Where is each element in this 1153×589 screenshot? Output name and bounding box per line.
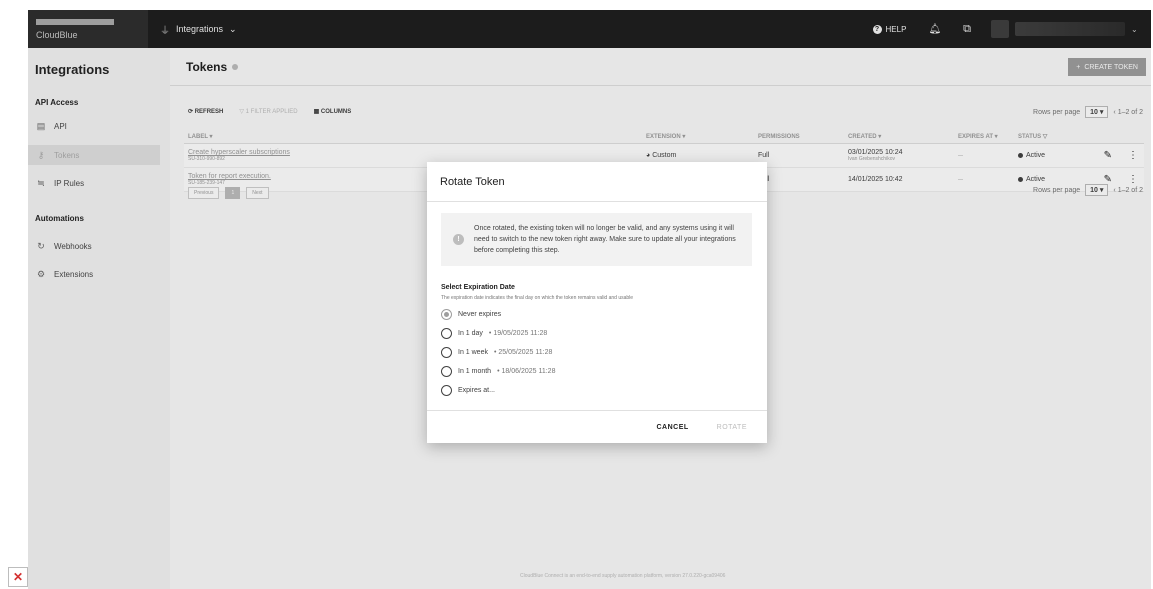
radio-in-1-month[interactable]: In 1 month • 18/06/2025 11:28: [441, 366, 555, 377]
notifications-icon[interactable]: ⧉: [963, 23, 971, 36]
chevron-down-icon: ⌄: [229, 23, 237, 34]
broken-image-icon: ✕: [8, 567, 28, 587]
chevron-down-icon: ⌄: [1131, 24, 1138, 34]
sidebar-section-api-access: API Access: [35, 98, 79, 107]
expiration-title: Select Expiration Date: [441, 284, 515, 291]
account-name-blurred: [1015, 22, 1125, 36]
help-button[interactable]: ? HELP: [872, 24, 907, 34]
sidebar-item-label: Webhooks: [54, 241, 92, 251]
radio-button[interactable]: [441, 347, 452, 358]
sidebar: Integrations API Access ▤ API ⚷ Tokens ≒…: [28, 48, 170, 589]
account-menu[interactable]: ⌄: [991, 18, 1141, 40]
sidebar-item-tokens[interactable]: ⚷ Tokens: [28, 145, 160, 165]
avatar: [991, 20, 1009, 38]
radio-never-expires[interactable]: Never expires: [441, 309, 501, 320]
warning-text: Once rotated, the existing token will no…: [474, 225, 736, 254]
bell-icon[interactable]: 🔔︎: [928, 24, 941, 35]
sidebar-title: Integrations: [35, 62, 110, 77]
sidebar-item-label: Tokens: [54, 150, 80, 160]
radio-in-1-week[interactable]: In 1 week • 25/05/2025 11:28: [441, 347, 552, 358]
plug-icon: ⏚: [160, 25, 170, 37]
webhook-icon: ↻: [37, 240, 45, 251]
radio-in-1-day[interactable]: In 1 day • 19/05/2025 11:28: [441, 328, 547, 339]
radio-button[interactable]: [441, 309, 452, 320]
sidebar-item-ip-rules[interactable]: ≒ IP Rules: [28, 173, 160, 193]
brand-logo[interactable]: CloudBlue: [28, 10, 148, 48]
sidebar-item-extensions[interactable]: ⚙ Extensions: [28, 264, 160, 284]
sidebar-item-label: API: [54, 121, 67, 131]
brand-logo-mark: [36, 19, 114, 25]
dialog-title: Rotate Token: [440, 175, 505, 188]
expiration-subtitle: The expiration date indicates the final …: [441, 295, 634, 301]
rotate-button[interactable]: ROTATE: [717, 424, 747, 431]
radio-button[interactable]: [441, 366, 452, 377]
key-icon: ⚷: [37, 149, 45, 160]
rotate-token-dialog: Rotate Token ! Once rotated, the existin…: [427, 162, 767, 443]
cancel-button[interactable]: CANCEL: [656, 424, 688, 431]
sidebar-section-automations: Automations: [35, 214, 84, 223]
info-icon: !: [453, 234, 464, 245]
dialog-actions: CANCEL ROTATE: [427, 410, 767, 443]
sidebar-item-api[interactable]: ▤ API: [28, 116, 160, 136]
radio-button[interactable]: [441, 385, 452, 396]
module-switcher[interactable]: ⏚ Integrations ⌄: [160, 22, 237, 37]
sidebar-item-webhooks[interactable]: ↻ Webhooks: [28, 236, 160, 256]
brand-name: CloudBlue: [36, 30, 78, 40]
extension-icon: ⚙: [36, 268, 46, 279]
module-name: Integrations: [176, 24, 224, 34]
help-icon: ?: [872, 24, 882, 34]
help-label: HELP: [885, 24, 907, 34]
warning-message: ! Once rotated, the existing token will …: [441, 213, 752, 266]
document-icon: ▤: [36, 120, 46, 131]
top-app-bar: CloudBlue ⏚ Integrations ⌄ ? HELP 🔔︎ ⧉ ⌄: [28, 10, 1151, 48]
sidebar-item-label: Extensions: [54, 269, 94, 279]
dialog-header: Rotate Token: [427, 162, 767, 202]
radio-expires-at[interactable]: Expires at...: [441, 385, 495, 396]
rules-icon: ≒: [37, 177, 45, 188]
radio-button[interactable]: [441, 328, 452, 339]
sidebar-item-label: IP Rules: [54, 178, 85, 188]
